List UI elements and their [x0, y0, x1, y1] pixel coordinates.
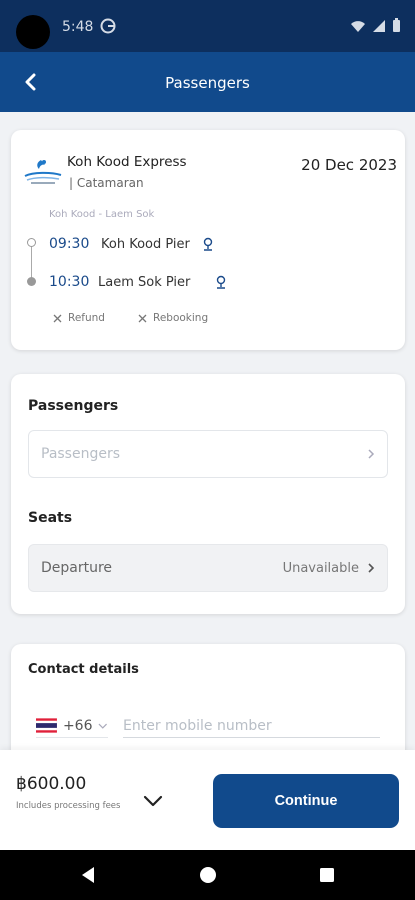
camera-cutout [16, 15, 50, 49]
page-title: Passengers [165, 74, 250, 92]
circle-home-icon [200, 867, 216, 883]
total-price: ฿600.00 [16, 774, 87, 794]
nav-recents-button[interactable] [317, 865, 337, 885]
price-details-toggle[interactable] [140, 790, 166, 812]
contact-heading: Contact details [28, 662, 139, 677]
app-bar: Passengers [0, 52, 415, 112]
seat-selector-departure[interactable]: Departure Unavailable [28, 544, 388, 592]
thailand-flag-icon [36, 718, 57, 733]
map-pin-icon[interactable] [215, 275, 227, 289]
departure-time: 09:30 [49, 236, 90, 252]
operator-name: Koh Kood Express [67, 154, 187, 170]
nav-home-button[interactable] [198, 865, 218, 885]
refund-policy: Refund [53, 312, 105, 324]
chevron-down-icon [98, 723, 108, 729]
timeline-line [31, 243, 32, 281]
continue-button[interactable]: Continue [213, 774, 399, 828]
refund-label: Refund [68, 312, 105, 324]
chevron-right-icon [368, 563, 375, 573]
map-pin-icon[interactable] [202, 237, 214, 251]
status-bar: 5:48 [0, 0, 415, 52]
battery-icon [393, 18, 400, 32]
wifi-icon [351, 20, 365, 32]
trip-summary-card: Koh Kood Express | Catamaran 20 Dec 2023… [11, 130, 405, 350]
mobile-number-input[interactable]: Enter mobile number [123, 714, 380, 738]
passengers-heading: Passengers [28, 398, 119, 414]
passengers-placeholder: Passengers [41, 446, 121, 462]
arrival-time: 10:30 [49, 274, 90, 290]
departure-dot [27, 238, 36, 247]
arrival-pier: Laem Sok Pier [98, 275, 191, 290]
google-play-icon [100, 18, 116, 34]
passengers-selector[interactable]: Passengers [28, 430, 388, 478]
square-recents-icon [320, 868, 334, 882]
chevron-down-icon [143, 795, 163, 807]
close-icon [53, 314, 62, 322]
departure-pier: Koh Kood Pier [101, 237, 190, 252]
checkout-bar: ฿600.00 Includes processing fees Continu… [0, 750, 415, 850]
operator-logo [24, 160, 62, 184]
seat-departure-label: Departure [41, 560, 113, 576]
status-time: 5:48 [62, 19, 94, 35]
system-nav-bar [0, 850, 415, 900]
mobile-number-placeholder: Enter mobile number [123, 717, 272, 734]
seat-status: Unavailable [282, 560, 359, 576]
chevron-right-icon [368, 449, 375, 459]
signal-icon [373, 19, 385, 32]
seats-heading: Seats [28, 510, 73, 526]
trip-date: 20 Dec 2023 [301, 156, 397, 174]
close-icon [138, 314, 147, 322]
nav-back-button[interactable] [78, 865, 98, 885]
status-icons [350, 18, 401, 33]
route-label: Koh Kood - Laem Sok [49, 209, 155, 220]
triangle-back-icon [82, 867, 94, 883]
passengers-card: Passengers Passengers Seats Departure Un… [11, 374, 405, 614]
vessel-type: | Catamaran [69, 176, 144, 190]
country-code-selector[interactable]: +66 [36, 714, 108, 738]
rebooking-label: Rebooking [153, 312, 209, 324]
rebooking-policy: Rebooking [138, 312, 208, 324]
arrival-dot [27, 277, 36, 286]
fee-note: Includes processing fees [16, 801, 121, 811]
country-code: +66 [62, 717, 93, 734]
